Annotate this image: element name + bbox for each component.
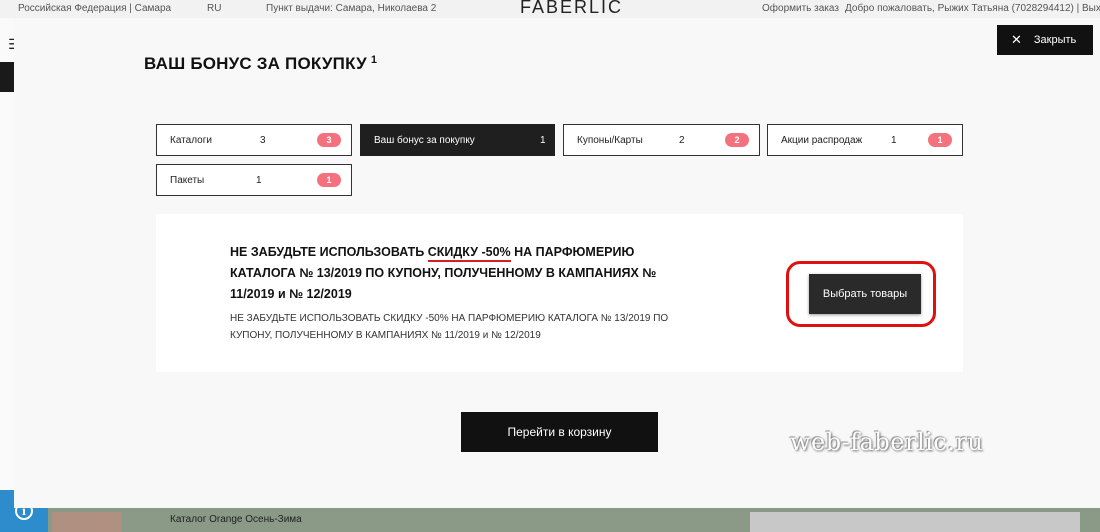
title-footnote: 1 <box>370 54 378 66</box>
background-nav-block <box>0 62 14 92</box>
tab-label: Акции распродаж <box>781 135 863 146</box>
tab-packages[interactable]: Пакеты 1 1 <box>156 164 352 196</box>
tab-purchase-bonus[interactable]: Ваш бонус за покупку 1 <box>360 124 555 156</box>
site-top-bar: Российская Федерация | Самара RU Пункт в… <box>0 0 1100 18</box>
bonus-card: НЕ ЗАБУДЬТЕ ИСПОЛЬЗОВАТЬ СКИДКУ -50% НА … <box>156 214 963 372</box>
language-selector[interactable]: RU <box>207 3 221 14</box>
modal-title: ВАШ БОНУС ЗА ПОКУПКУ 1 <box>144 54 378 73</box>
choose-products-button[interactable]: Выбрать товары <box>809 274 921 314</box>
tab-sales[interactable]: Акции распродаж 1 1 <box>767 124 963 156</box>
tab-label: Пакеты <box>170 175 205 186</box>
tab-count: 1 <box>891 135 897 146</box>
tab-badge: 2 <box>725 133 749 147</box>
tab-label: Купоны/Карты <box>577 135 643 146</box>
highlight-annotation: Выбрать товары <box>786 261 936 327</box>
discount-highlight: СКИДКУ -50% <box>427 245 511 262</box>
background-panel <box>750 512 1080 532</box>
close-label: Закрыть <box>1033 34 1077 46</box>
bonus-description: НЕ ЗАБУДЬТЕ ИСПОЛЬЗОВАТЬ СКИДКУ -50% НА … <box>230 313 669 341</box>
site-logo[interactable]: FABERLIC <box>520 0 623 18</box>
welcome-user[interactable]: Добро пожаловать, Рыжих Татьяна (7028294… <box>845 3 1100 14</box>
close-button[interactable]: ✕ Закрыть <box>997 25 1093 55</box>
tab-label: Ваш бонус за покупку <box>374 135 475 146</box>
tab-catalogs[interactable]: Каталоги 3 3 <box>156 124 352 156</box>
tab-count: 1 <box>540 135 546 146</box>
background-catalog-text: Каталог Orange Осень-Зима <box>170 514 302 525</box>
tab-count: 1 <box>256 175 262 186</box>
geo-location[interactable]: Российская Федерация | Самара <box>18 3 171 14</box>
tab-badge: 1 <box>928 133 952 147</box>
watermark: web-faberlic.ru <box>790 428 984 456</box>
tab-count: 3 <box>260 135 266 146</box>
tab-count: 2 <box>679 135 685 146</box>
background-sidebar <box>0 18 14 532</box>
tab-label: Каталоги <box>170 135 212 146</box>
background-thumbnail <box>52 512 122 532</box>
tab-badge: 1 <box>317 173 341 187</box>
close-icon: ✕ <box>1011 32 1022 47</box>
tab-badge: 3 <box>317 133 341 147</box>
tab-coupons-cards[interactable]: Купоны/Карты 2 2 <box>563 124 760 156</box>
checkout-link[interactable]: Оформить заказ <box>762 3 839 14</box>
go-to-cart-button[interactable]: Перейти в корзину <box>461 412 658 452</box>
pickup-point[interactable]: Пункт выдачи: Самара, Николаева 2 <box>266 3 436 14</box>
bonus-heading: НЕ ЗАБУДЬТЕ ИСПОЛЬЗОВАТЬ СКИДКУ -50% НА … <box>230 245 657 301</box>
